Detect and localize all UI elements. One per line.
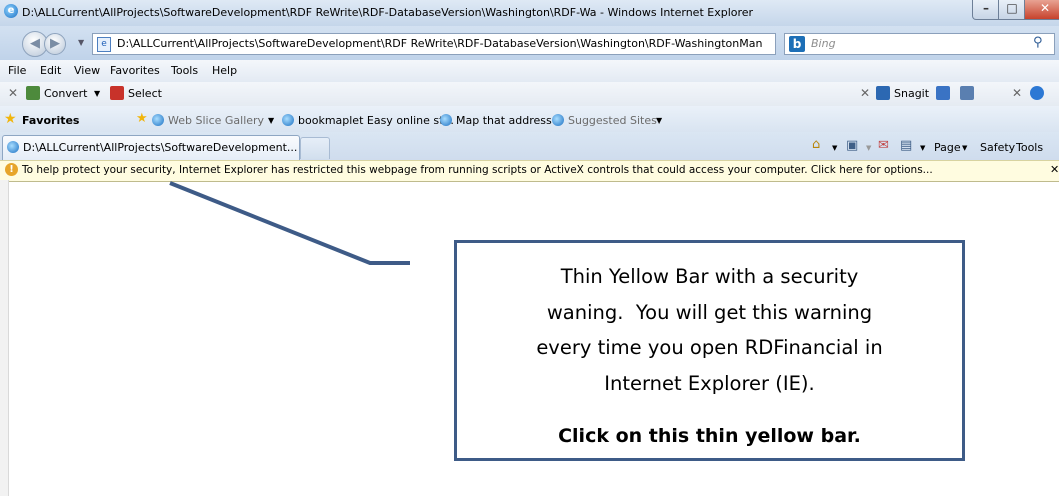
callout-instruction: Click on this thin yellow bar.	[558, 425, 861, 447]
callout-line: Internet Explorer (IE).	[604, 371, 815, 395]
callout-pointer-line	[169, 181, 410, 265]
callout-line: Thin Yellow Bar with a security	[560, 265, 859, 288]
callout-line: every time you open RDFinancial in	[536, 336, 883, 359]
callout-box: Thin Yellow Bar with a security waning. …	[454, 240, 965, 461]
callout-line: waning. You will get this warning	[546, 300, 873, 324]
callout-text: Thin Yellow Bar with a security waning. …	[457, 259, 962, 401]
